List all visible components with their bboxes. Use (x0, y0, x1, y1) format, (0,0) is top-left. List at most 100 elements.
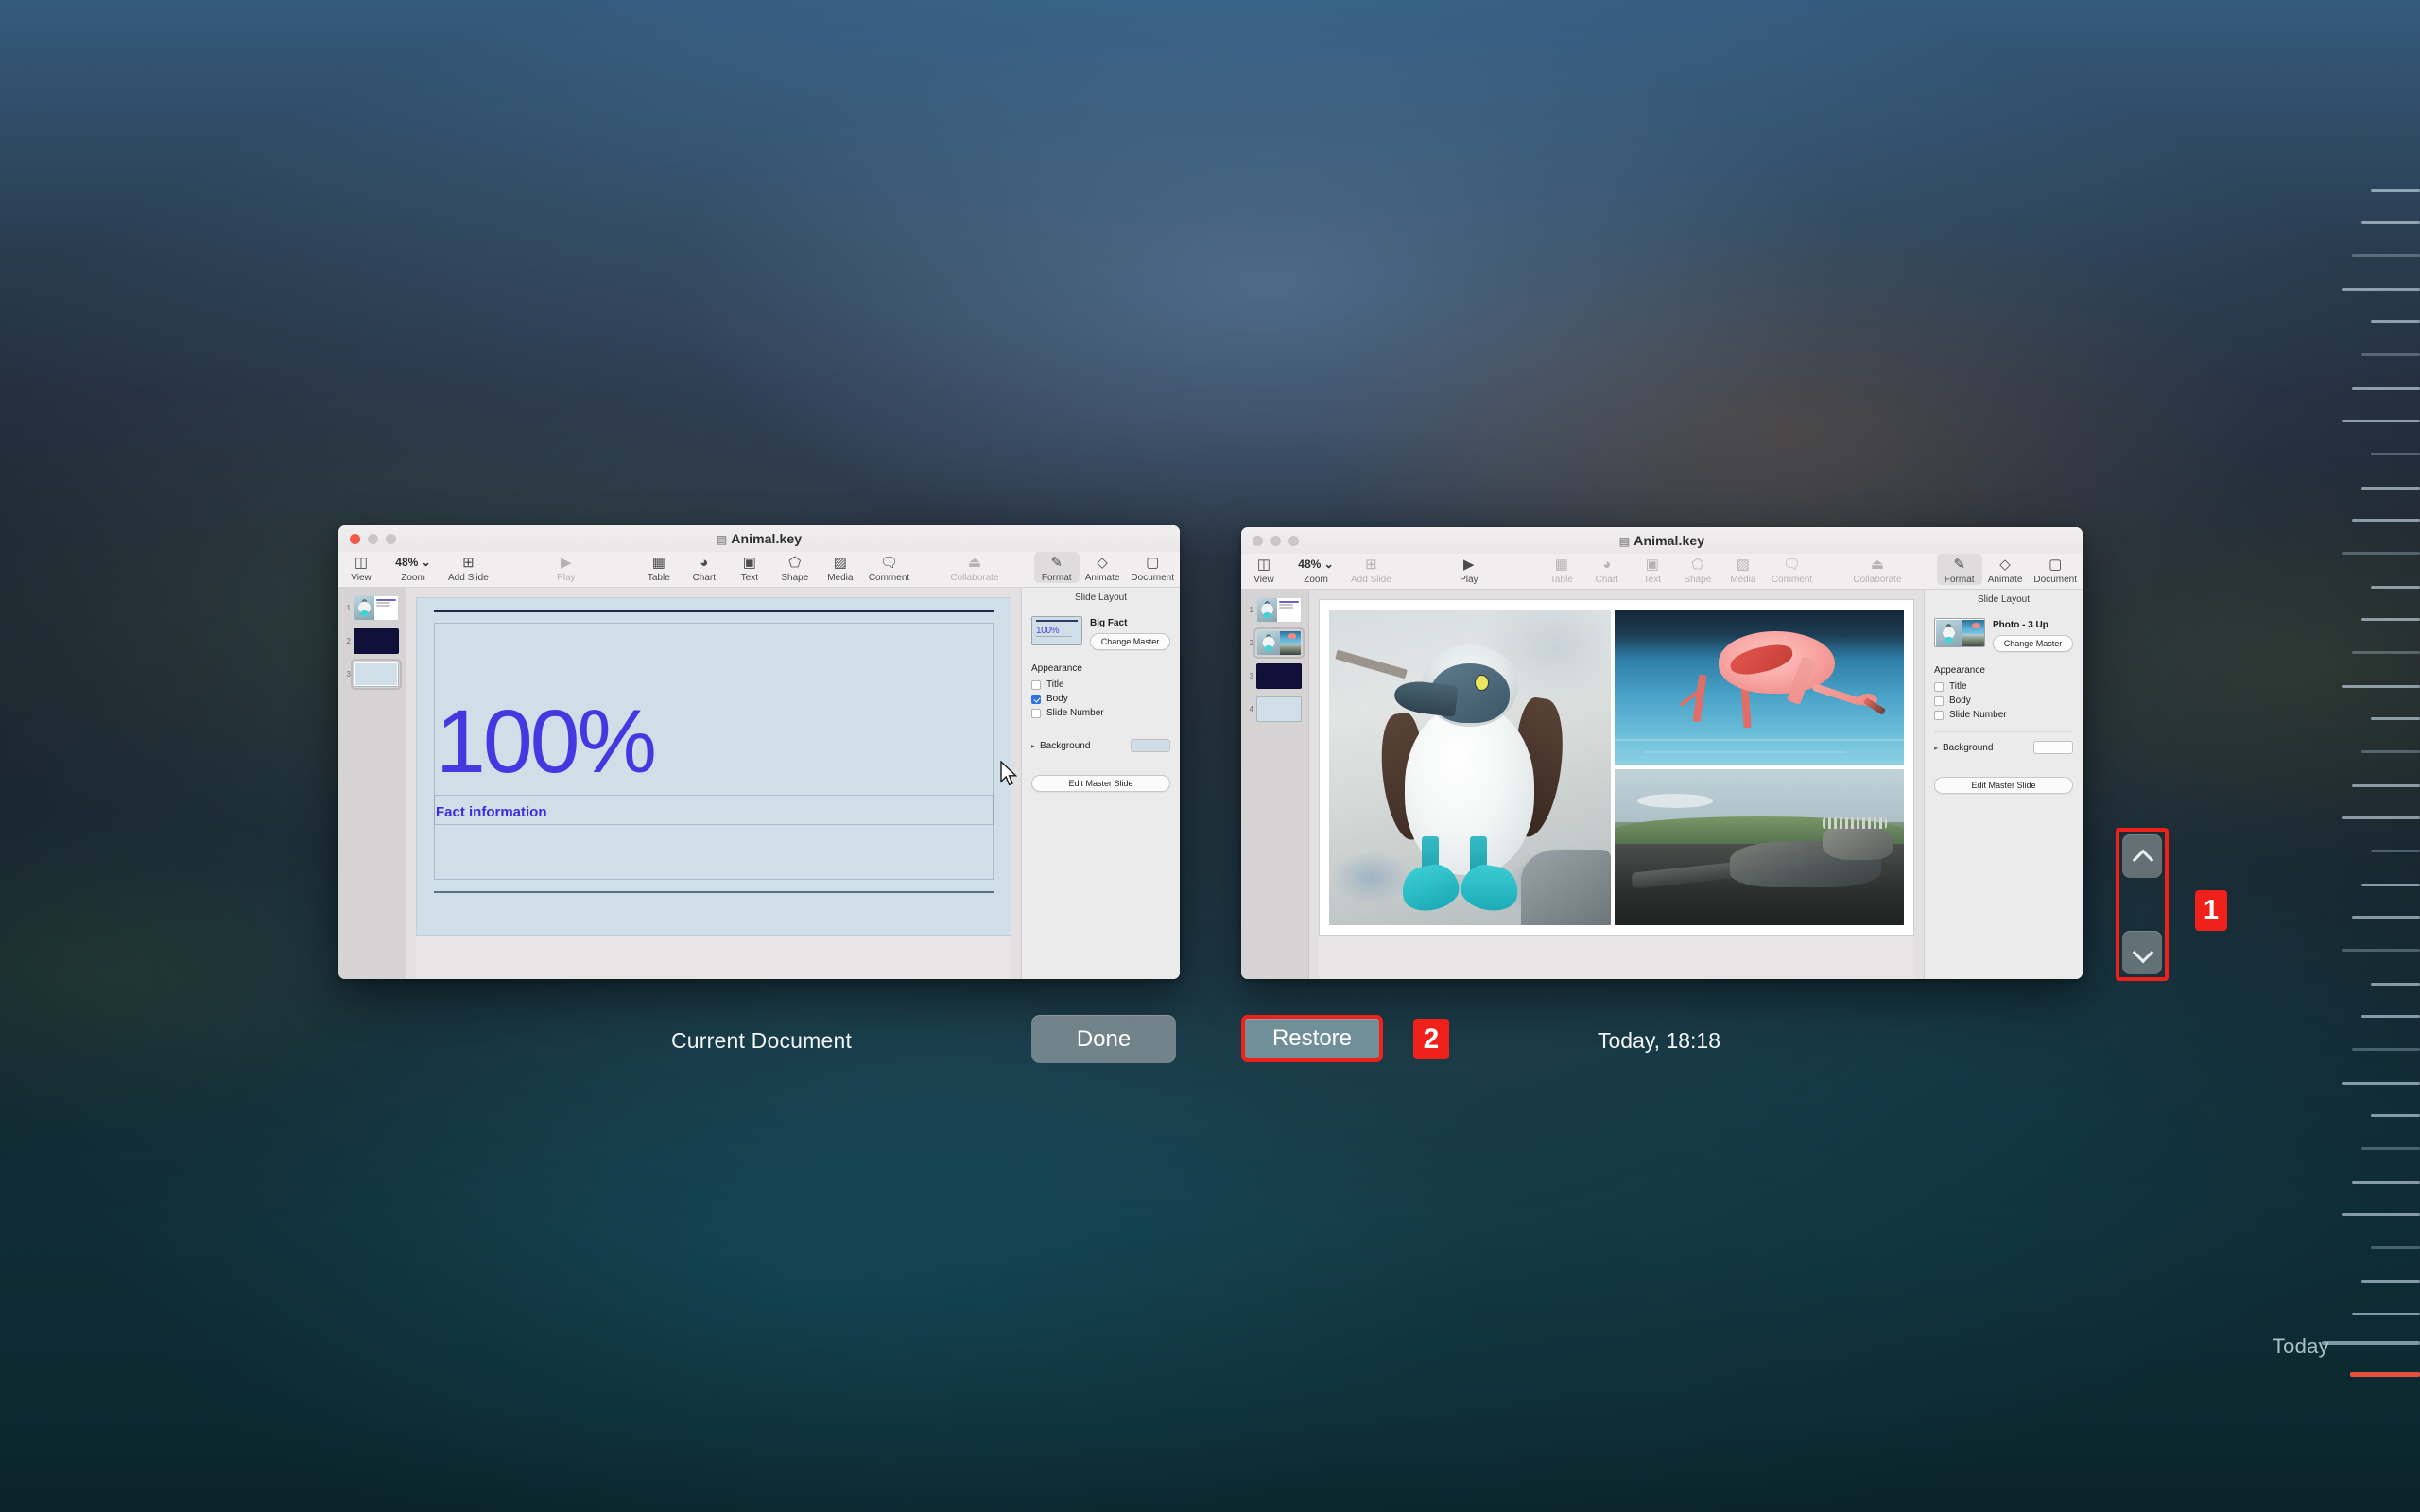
toolbar-add-slide-button[interactable]: ⊞ Add Slide (1345, 554, 1397, 586)
slide-photo-3-up[interactable] (1319, 599, 1914, 936)
slide-thumbnail-selected[interactable] (1253, 627, 1305, 659)
toolbar-format-button[interactable]: ✎ Format (1936, 554, 1982, 585)
slide-thumbnail[interactable] (1256, 663, 1302, 689)
toolbar-comment-button[interactable]: 🗨 Comment (863, 552, 915, 584)
toolbar-shape-button[interactable]: ⬠ Shape (772, 552, 818, 584)
toolbar-play-button[interactable]: ▶ Play (544, 552, 589, 584)
toolbar-text-button[interactable]: ▣ Text (1630, 554, 1675, 586)
change-master-button[interactable]: Change Master (1993, 635, 2073, 652)
appearance-title-checkbox-row[interactable]: Title (1934, 681, 2073, 692)
toolbar-format-button[interactable]: ✎ Format (1033, 552, 1080, 583)
checkbox-slide-number[interactable] (1934, 710, 1944, 720)
slide-thumbnail-item[interactable]: 1 (1247, 597, 1303, 623)
chevron-right-icon[interactable]: ▸ (1031, 742, 1035, 750)
marine-iguana-photo[interactable] (1614, 769, 1904, 925)
timeline-tick[interactable] (2342, 552, 2420, 555)
toolbar-zoom-control[interactable]: 48% ⌄ Zoom (384, 552, 442, 583)
timeline-tick[interactable] (2371, 1114, 2420, 1117)
timeline-tick[interactable] (2361, 750, 2420, 753)
navigate-back-button[interactable] (2122, 834, 2162, 878)
timeline-tick[interactable] (2371, 453, 2420, 455)
slide-thumbnail-item[interactable]: 1 (344, 595, 400, 621)
caption-text[interactable]: Fact information (436, 804, 547, 820)
timeline-tick[interactable] (2352, 1313, 2420, 1315)
format-inspector[interactable]: Slide Layout 100% Big Fact Change Master… (1021, 588, 1180, 979)
slide-thumbnail[interactable] (354, 628, 399, 654)
slide-navigator[interactable]: 1 2 3 (1241, 590, 1309, 979)
change-master-button[interactable]: Change Master (1090, 633, 1170, 650)
snapshot-document-window[interactable]: ▤ Animal.key ◫ View 48% ⌄ Zoom ⊞ Add Slid… (1241, 527, 2083, 979)
timeline-tick[interactable] (2361, 353, 2420, 356)
toolbar-chart-button[interactable]: ◕ Chart (1584, 554, 1630, 586)
toolbar-media-button[interactable]: ▨ Media (1720, 554, 1766, 586)
timeline-tick[interactable] (2342, 288, 2420, 291)
toolbar-text-button[interactable]: ▣ Text (727, 552, 772, 584)
timeline-tick[interactable] (2352, 254, 2420, 257)
time-machine-timeline[interactable]: Today (2273, 0, 2420, 1512)
toolbar-media-button[interactable]: ▨ Media (818, 552, 863, 584)
toolbar-animate-button[interactable]: ◇ Animate (1982, 554, 2029, 586)
appearance-body-checkbox-row[interactable]: Body (1934, 696, 2073, 706)
toolbar-add-slide-button[interactable]: ⊞ Add Slide (442, 552, 494, 584)
slide-thumbnail-item[interactable]: 3 (1247, 663, 1303, 689)
toolbar-shape-button[interactable]: ⬠ Shape (1675, 554, 1720, 586)
master-slide-thumbnail[interactable] (1934, 618, 1985, 647)
background-row[interactable]: ▸ Background (1031, 739, 1170, 752)
timeline-tick[interactable] (2342, 685, 2420, 688)
timeline-tick[interactable] (2371, 1246, 2420, 1249)
slide-thumbnail[interactable] (354, 595, 399, 621)
timeline-tick[interactable] (2352, 784, 2420, 787)
chevron-right-icon[interactable]: ▸ (1934, 744, 1938, 752)
checkbox-title[interactable] (1934, 681, 1944, 692)
timeline-tick[interactable] (2342, 816, 2420, 819)
timeline-tick[interactable] (2352, 387, 2420, 390)
toolbar-play-button[interactable]: ▶ Play (1446, 554, 1492, 586)
slide-thumbnail-item[interactable]: 4 (1247, 696, 1303, 722)
navigate-forward-button[interactable] (2122, 931, 2162, 974)
slide-navigator[interactable]: 1 2 3 (338, 588, 406, 979)
slide-thumbnail[interactable] (1256, 696, 1302, 722)
timeline-tick[interactable] (2371, 983, 2420, 986)
timeline-tick[interactable] (2371, 189, 2420, 192)
restore-button[interactable]: Restore (1241, 1015, 1383, 1062)
edit-master-slide-button[interactable]: Edit Master Slide (1934, 777, 2073, 794)
background-color-well[interactable] (1131, 739, 1170, 752)
slide-thumbnail-item[interactable]: 2 (344, 628, 400, 654)
flamingo-photo[interactable] (1614, 610, 1904, 765)
appearance-body-checkbox-row[interactable]: Body (1031, 694, 1170, 704)
timeline-tick[interactable] (2361, 884, 2420, 886)
slide-thumbnail-selected[interactable] (351, 659, 402, 690)
timeline-tick[interactable] (2371, 717, 2420, 720)
toolbar-document-button[interactable]: ▢ Document (1125, 552, 1180, 584)
toolbar-collaborate-button[interactable]: ⏏ Collaborate (944, 552, 1004, 584)
slide-big-fact[interactable]: 100% Fact information (416, 597, 1011, 936)
toolbar-chart-button[interactable]: ◕ Chart (682, 552, 727, 584)
timeline-tick[interactable] (2342, 1213, 2420, 1216)
toolbar-document-button[interactable]: ▢ Document (2028, 554, 2083, 586)
timeline-tick[interactable] (2361, 618, 2420, 621)
timeline-tick[interactable] (2361, 1147, 2420, 1150)
slide-thumbnail[interactable] (1256, 597, 1302, 623)
toolbar-collaborate-button[interactable]: ⏏ Collaborate (1847, 554, 1907, 586)
timeline-tick[interactable] (2342, 420, 2420, 422)
checkbox-body[interactable] (1934, 696, 1944, 706)
done-button[interactable]: Done (1031, 1015, 1176, 1063)
timeline-tick[interactable] (2361, 1280, 2420, 1283)
toolbar-view-button[interactable]: ◫ View (338, 552, 384, 584)
checkbox-slide-number[interactable] (1031, 708, 1041, 718)
toolbar-comment-button[interactable]: 🗨 Comment (1766, 554, 1818, 586)
slide-thumbnail-item[interactable]: 2 (1247, 627, 1305, 659)
checkbox-body[interactable] (1031, 694, 1041, 704)
timeline-tick[interactable] (2371, 850, 2420, 852)
timeline-tick[interactable] (2352, 916, 2420, 919)
timeline-tick[interactable] (2352, 651, 2420, 654)
master-slide-thumbnail[interactable]: 100% (1031, 616, 1082, 645)
background-color-well[interactable] (2033, 741, 2073, 754)
format-inspector[interactable]: Slide Layout Photo - 3 Up Change Master … (1924, 590, 2083, 979)
appearance-slide-number-checkbox-row[interactable]: Slide Number (1031, 708, 1170, 718)
navigation-arrows[interactable] (2116, 828, 2169, 981)
background-row[interactable]: ▸ Background (1934, 741, 2073, 754)
timeline-tick[interactable] (2371, 586, 2420, 589)
timeline-tick[interactable] (2352, 519, 2420, 522)
slide-canvas[interactable] (1309, 590, 1924, 979)
